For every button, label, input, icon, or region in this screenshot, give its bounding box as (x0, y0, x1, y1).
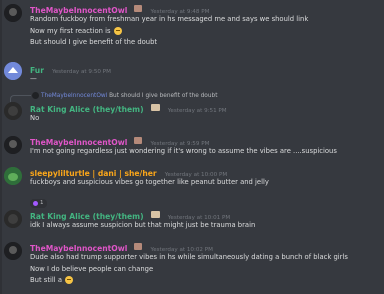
avatar[interactable] (4, 210, 22, 228)
message-text: idk I always assume suspicion but that m… (30, 221, 256, 229)
role-badge-icon (134, 5, 143, 12)
message-text: Now I do believe people can change (30, 264, 154, 273)
thinking-emoji-icon (113, 26, 122, 35)
timestamp: Yesterday at 9:50 PM (52, 69, 111, 75)
message-text: But should I give benefit of the doubt (30, 38, 158, 46)
reply-username: TheMaybeInnocentOwl (41, 93, 108, 99)
message-text: fuckboys and suspicious vibes go togethe… (30, 178, 269, 186)
message-text: But still a (30, 275, 380, 287)
reply-connector (10, 95, 31, 102)
timestamp: Yesterday at 9:51 PM (167, 108, 227, 114)
avatar[interactable] (4, 4, 22, 22)
reply-preview[interactable]: TheMaybeInnocentOwl But should I give be… (32, 92, 217, 99)
thinking-emoji-icon (65, 276, 74, 284)
username[interactable]: Rat King Alice (they/them) (30, 105, 144, 114)
message-text: No (30, 114, 40, 122)
message-text: Now my first reaction is (30, 26, 380, 38)
message-text: I'm not going regardless just wondering … (30, 147, 337, 155)
avatar[interactable] (4, 102, 22, 120)
reaction-count: 1 (40, 200, 44, 206)
role-badge-icon (150, 104, 160, 111)
role-badge-icon (134, 243, 143, 250)
avatar[interactable] (4, 62, 22, 80)
message-text: Random fuckboy from freshman year in hs … (30, 15, 309, 23)
avatar[interactable] (4, 136, 22, 154)
avatar[interactable] (4, 242, 22, 260)
avatar[interactable] (4, 167, 22, 185)
reply-avatar (32, 92, 39, 99)
message-text: — (30, 75, 37, 83)
role-badge-icon (134, 137, 143, 144)
message-text: Dude also had trump supporter vibes in h… (30, 253, 348, 261)
left-edge-strip (0, 0, 2, 294)
role-badge-icon (150, 211, 160, 218)
reaction-button[interactable]: 1 (30, 198, 47, 208)
reaction-emoji-icon (33, 200, 38, 206)
